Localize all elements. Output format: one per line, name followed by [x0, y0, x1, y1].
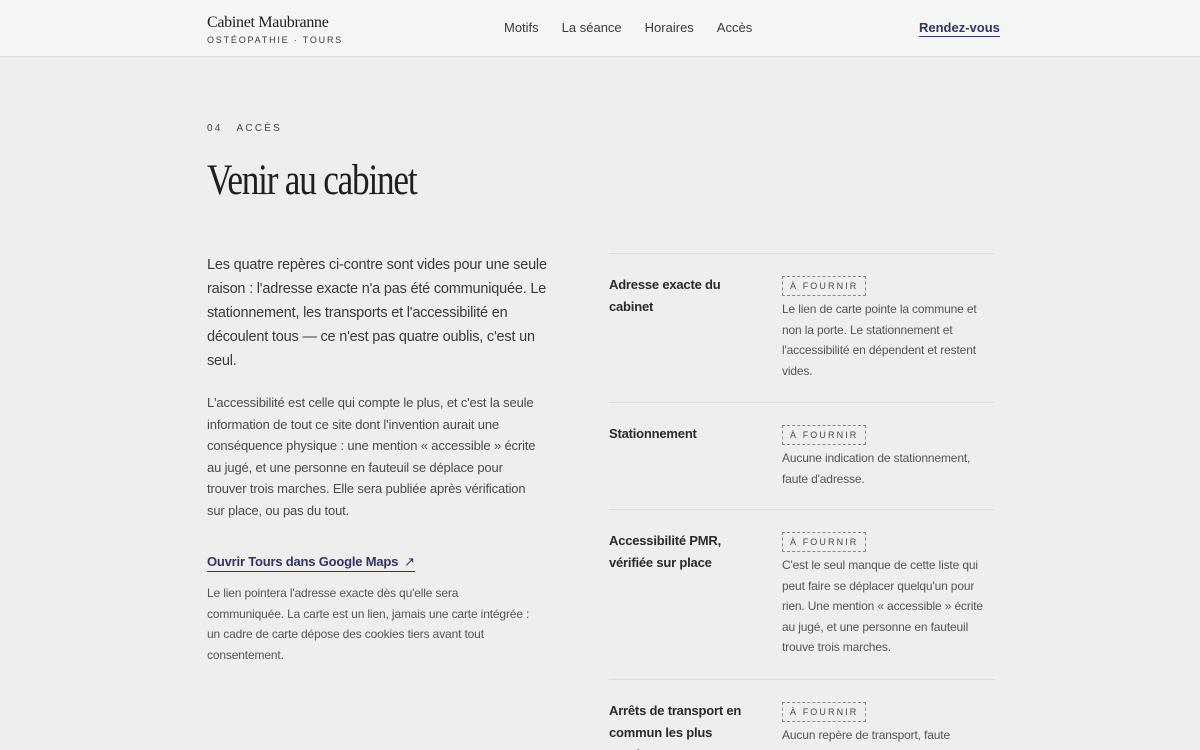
- list-item-address: Adresse exacte du cabinet À FOURNIR Le l…: [609, 253, 994, 402]
- top-bar: Cabinet Maubranne OSTÉOPATHIE · TOURS Mo…: [0, 0, 1200, 57]
- item-text: Le lien de carte pointe la commune et no…: [782, 302, 977, 378]
- status-badge: À FOURNIR: [782, 276, 867, 296]
- item-label: Accessibilité PMR, vérifiée sur place: [609, 533, 721, 570]
- main-nav: Motifs La séance Horaires Accès: [504, 20, 752, 35]
- page-title: Venir au cabinet: [207, 157, 418, 204]
- status-badge: À FOURNIR: [782, 425, 867, 445]
- item-label: Arrêts de transport en commun les plus p…: [609, 703, 742, 750]
- list-item-transport: Arrêts de transport en commun les plus p…: [609, 679, 994, 750]
- item-text: Aucune indication de stationnement, faut…: [782, 451, 971, 486]
- section-label: ACCÈS: [236, 123, 282, 134]
- brand-name: Cabinet Maubranne: [207, 14, 329, 31]
- access-checklist: Adresse exacte du cabinet À FOURNIR Le l…: [609, 253, 994, 750]
- nav-item-horaires[interactable]: Horaires: [645, 20, 694, 35]
- nav-item-la-seance[interactable]: La séance: [562, 20, 622, 35]
- nav-item-acces[interactable]: Accès: [717, 20, 752, 35]
- section-eyebrow: 04 ACCÈS: [207, 123, 282, 134]
- section-number: 04: [207, 123, 223, 134]
- maps-note: Le lien pointera l'adresse exacte dès qu…: [207, 586, 530, 662]
- rendez-vous-link[interactable]: Rendez-vous: [919, 20, 1000, 37]
- status-badge: À FOURNIR: [782, 532, 867, 552]
- intro-body: L'accessibilité est celle qui compte le …: [207, 395, 536, 518]
- brand-subtitle: OSTÉOPATHIE · TOURS: [207, 35, 344, 45]
- item-text: Aucun repère de transport, faute d'adres…: [782, 728, 950, 750]
- item-label: Adresse exacte du cabinet: [609, 277, 721, 314]
- google-maps-link[interactable]: Ouvrir Tours dans Google Maps ↗: [207, 554, 415, 572]
- maps-link-label: Ouvrir Tours dans Google Maps: [207, 554, 399, 569]
- intro-lead: Les quatre repères ci-contre sont vides …: [207, 257, 547, 369]
- external-arrow-icon: ↗: [404, 554, 415, 569]
- brand-logo[interactable]: Cabinet Maubranne OSTÉOPATHIE · TOURS: [207, 14, 343, 45]
- nav-item-motifs[interactable]: Motifs: [504, 20, 539, 35]
- item-label: Stationnement: [609, 426, 697, 441]
- item-text: C'est le seul manque de cette liste qui …: [782, 558, 983, 655]
- list-item-accessibility: Accessibilité PMR, vérifiée sur place À …: [609, 509, 994, 679]
- list-item-parking: Stationnement À FOURNIR Aucune indicatio…: [609, 402, 994, 509]
- status-badge: À FOURNIR: [782, 702, 867, 722]
